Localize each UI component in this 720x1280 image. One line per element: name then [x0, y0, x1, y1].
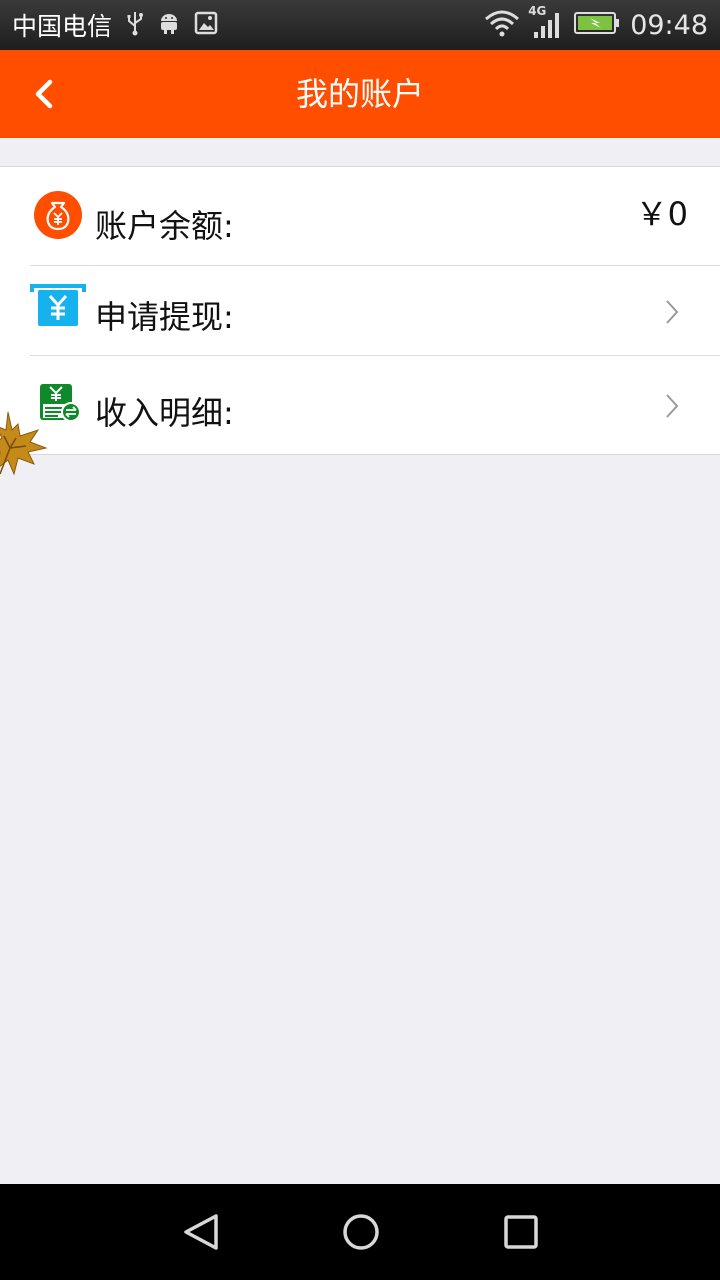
balance-label: 账户余额: [95, 207, 234, 245]
chevron-right-icon [664, 299, 680, 325]
chevron-right-icon [664, 393, 680, 419]
balance-value: ￥0 [635, 195, 688, 233]
income-label: 收入明细: [95, 394, 234, 432]
withdraw-row[interactable]: 申请提现: [0, 266, 720, 355]
back-button[interactable] [22, 72, 66, 116]
status-right: 4G 09:48 [484, 4, 708, 42]
android-icon [158, 11, 180, 39]
image-icon [194, 11, 218, 39]
wifi-icon [484, 9, 520, 41]
back-triangle-icon[interactable] [178, 1208, 226, 1256]
money-bag-icon [32, 189, 84, 241]
signal-icon: 4G [524, 4, 564, 42]
balance-row: 账户余额: ￥0 [0, 167, 720, 265]
withdraw-label: 申请提现: [95, 298, 234, 336]
clock: 09:48 [630, 9, 708, 41]
maple-leaf-icon [0, 408, 50, 484]
account-list: 账户余额: ￥0 申请提现: 收入明细: [0, 166, 720, 455]
recents-square-icon[interactable] [497, 1208, 545, 1256]
status-bar: 中国电信 4G 09:48 [0, 0, 720, 50]
battery-charging-icon [574, 11, 620, 39]
income-row[interactable]: 收入明细: [0, 356, 720, 454]
app-bar: 我的账户 [0, 50, 720, 138]
usb-icon [126, 10, 144, 40]
chevron-left-icon [35, 79, 53, 109]
withdraw-icon [30, 284, 86, 336]
status-left: 中国电信 [12, 8, 218, 42]
carrier-name: 中国电信 [12, 12, 113, 41]
page-title: 我的账户 [295, 75, 424, 113]
home-circle-icon[interactable] [337, 1208, 385, 1256]
nav-bar [0, 1184, 720, 1280]
